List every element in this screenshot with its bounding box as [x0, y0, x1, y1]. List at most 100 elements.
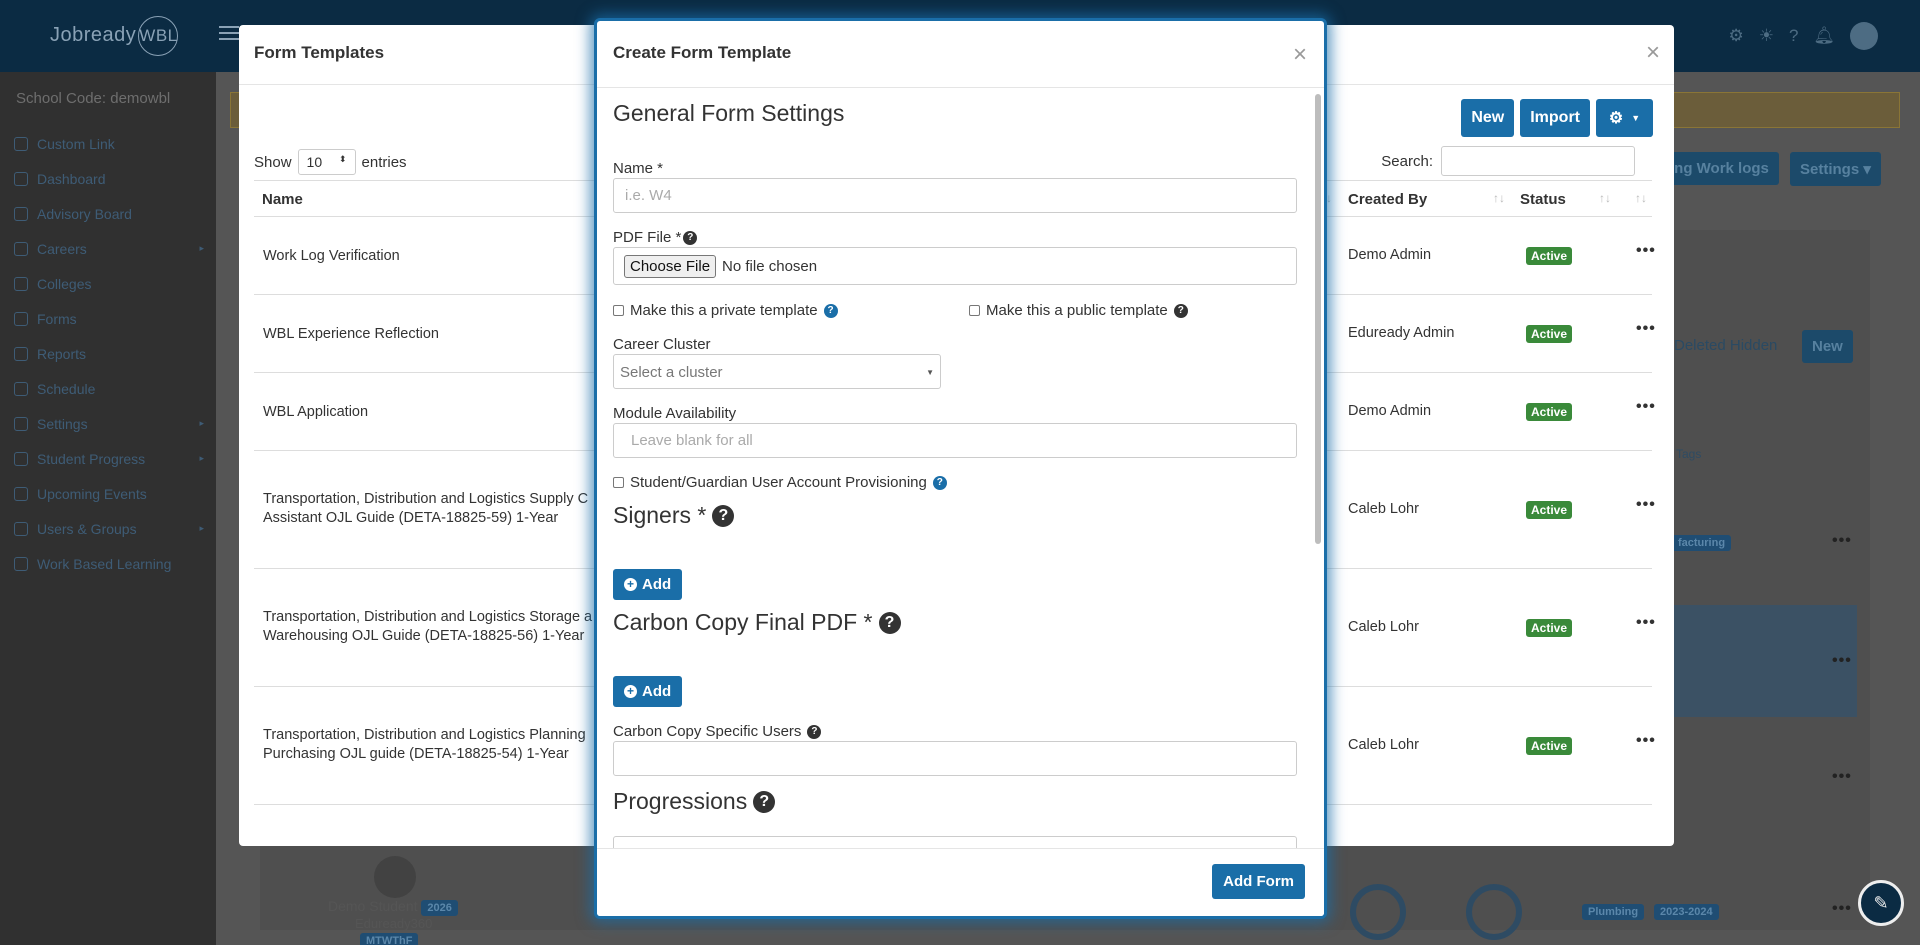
sidebar-item[interactable]: Advisory Board — [14, 196, 204, 231]
progressions-input[interactable] — [613, 836, 1297, 848]
help-icon[interactable]: ? — [1789, 26, 1798, 46]
name-input[interactable]: i.e. W4 — [613, 178, 1297, 213]
sidebar-item[interactable]: Upcoming Events — [14, 476, 204, 511]
module-availability-input[interactable]: Leave blank for all — [613, 423, 1297, 458]
sidebar-item-icon — [14, 416, 28, 431]
sidebar-item-label: Careers — [37, 240, 87, 257]
view-work-logs-button[interactable]: ing Work logs — [1660, 152, 1779, 185]
private-template-checkbox[interactable] — [613, 305, 624, 316]
career-cluster-select[interactable]: Select a cluster ▼ — [613, 354, 941, 389]
settings-dropdown-button[interactable]: Settings ▾ — [1790, 152, 1881, 186]
menu-toggle-icon[interactable] — [219, 26, 239, 40]
row-actions-icon[interactable]: ••• — [1636, 320, 1656, 338]
column-header-status[interactable]: Status — [1520, 191, 1566, 208]
pdf-file-label-text: PDF File * — [613, 229, 682, 246]
template-name[interactable]: WBL Experience Reflection — [263, 325, 439, 344]
private-template-option: Make this a private template ? — [613, 302, 838, 319]
template-name-line: Warehousing OJL Guide (DETA-18825-56) 1-… — [263, 628, 585, 644]
provisioning-checkbox[interactable] — [613, 477, 624, 488]
sidebar-item[interactable]: Work Based Learning — [14, 546, 204, 581]
template-name[interactable]: WBL Application — [263, 403, 368, 422]
user-avatar[interactable] — [1850, 22, 1878, 50]
sidebar-item[interactable]: Schedule — [14, 371, 204, 406]
search-input[interactable] — [1441, 146, 1635, 176]
public-template-checkbox[interactable] — [969, 305, 980, 316]
sidebar-item[interactable]: Student Progress ▸ — [14, 441, 204, 476]
sidebar-item[interactable]: Reports — [14, 336, 204, 371]
close-icon[interactable]: × — [1646, 39, 1660, 67]
help-icon[interactable]: ? — [753, 790, 776, 813]
name-label: Name * — [613, 160, 664, 177]
sidebar-item[interactable]: Forms — [14, 301, 204, 336]
sort-icon[interactable]: ↑↓ — [1599, 191, 1611, 205]
tag-badge: facturing — [1672, 535, 1732, 551]
row-actions-icon[interactable]: ••• — [1636, 614, 1656, 632]
section-heading-general: General Form Settings — [613, 100, 845, 126]
pdf-file-input[interactable]: Choose File No file chosen — [613, 247, 1297, 285]
sidebar-item-label: Users & Groups — [37, 520, 137, 537]
add-form-button[interactable]: Add Form — [1212, 864, 1305, 899]
sort-icon[interactable]: ↑↓ — [1493, 191, 1505, 205]
help-icon[interactable]: ? — [1173, 303, 1188, 318]
sidebar-item[interactable]: Users & Groups ▸ — [14, 511, 204, 546]
choose-file-button[interactable]: Choose File — [624, 254, 717, 278]
help-icon[interactable]: ? — [932, 475, 947, 490]
import-template-button[interactable]: Import — [1520, 99, 1590, 137]
close-icon[interactable]: × — [1293, 41, 1307, 69]
template-name[interactable]: Transportation, Distribution and Logisti… — [263, 726, 586, 764]
row-actions-icon[interactable]: ••• — [1832, 900, 1852, 918]
sidebar-item-label: Upcoming Events — [37, 485, 147, 502]
help-icon[interactable]: ? — [878, 611, 901, 634]
sidebar-item[interactable]: Dashboard — [14, 161, 204, 196]
sidebar-item-label: Dashboard — [37, 170, 106, 187]
row-actions-icon[interactable]: ••• — [1832, 532, 1852, 550]
created-by: Demo Admin — [1348, 247, 1432, 263]
column-header-name[interactable]: Name — [262, 191, 303, 208]
help-icon[interactable]: ? — [712, 504, 735, 527]
theme-icon[interactable]: ☀ — [1759, 26, 1774, 46]
column-header-created-by[interactable]: Created By — [1348, 191, 1427, 208]
new-template-button[interactable]: New — [1461, 99, 1515, 137]
sidebar-item[interactable]: Custom Link — [14, 126, 204, 161]
notification-bell-icon[interactable]: 🔔︎ — [1813, 26, 1835, 46]
deleted-hidden-toggle[interactable]: Deleted Hidden — [1674, 337, 1777, 354]
quick-action-fab[interactable]: ✎ — [1858, 880, 1904, 926]
app-logo[interactable]: Jobready WBL — [50, 16, 179, 56]
template-name[interactable]: Transportation, Distribution and Logisti… — [263, 608, 592, 646]
sort-icon[interactable]: ↑↓ — [1635, 191, 1647, 205]
sidebar-item-label: Reports — [37, 345, 87, 362]
entries-select[interactable]: 10 ⬍ — [297, 149, 356, 175]
sidebar-item-label: Forms — [37, 310, 77, 327]
gear-dropdown-button[interactable]: ⚙ ▼ — [1596, 99, 1653, 137]
sidebar-item-label: Custom Link — [37, 135, 115, 152]
sidebar-item[interactable]: Careers ▸ — [14, 231, 204, 266]
modal-body: General Form Settings Name * i.e. W4 PDF… — [597, 88, 1324, 848]
search-label: Search: — [1381, 152, 1433, 170]
row-actions-icon[interactable]: ••• — [1832, 768, 1852, 786]
help-icon[interactable]: ? — [807, 724, 822, 739]
student-name-text: Demo Student — [328, 898, 418, 914]
template-name[interactable]: Work Log Verification — [263, 247, 400, 266]
sidebar-item-label: Student Progress — [37, 450, 146, 467]
row-actions-icon[interactable]: ••• — [1636, 242, 1656, 260]
sidebar: School Code: demowbl Custom Link Dashboar… — [0, 72, 216, 945]
provisioning-option: Student/Guardian User Account Provisioni… — [613, 474, 947, 491]
new-student-button[interactable]: New — [1802, 330, 1853, 363]
modal-title: Create Form Template — [613, 43, 792, 62]
add-cc-button[interactable]: + Add — [613, 676, 683, 707]
template-name[interactable]: Transportation, Distribution and Logisti… — [263, 490, 588, 528]
sidebar-item[interactable]: Colleges — [14, 266, 204, 301]
sidebar-item[interactable]: Settings ▸ — [14, 406, 204, 441]
scrollbar[interactable] — [1315, 94, 1321, 544]
row-actions-icon[interactable]: ••• — [1636, 398, 1656, 416]
add-signer-button[interactable]: + Add — [613, 569, 683, 600]
row-actions-icon[interactable]: ••• — [1636, 732, 1656, 750]
public-template-option: Make this a public template ? — [969, 302, 1188, 319]
row-actions-icon[interactable]: ••• — [1636, 496, 1656, 514]
help-icon[interactable]: ? — [683, 230, 698, 245]
cc-users-input[interactable] — [613, 741, 1297, 776]
help-icon[interactable]: ? — [823, 303, 838, 318]
settings-icon[interactable]: ⚙ — [1728, 26, 1743, 46]
row-actions-icon[interactable]: ••• — [1832, 652, 1852, 670]
sidebar-item-label: Advisory Board — [37, 205, 132, 222]
